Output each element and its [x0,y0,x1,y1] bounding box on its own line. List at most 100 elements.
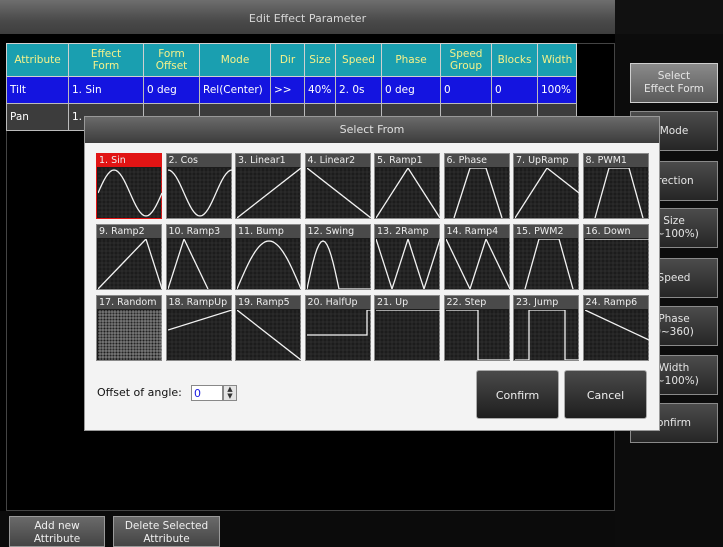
waveform-icon [237,239,301,289]
window-title: Edit Effect Parameter [0,0,615,34]
effect-option[interactable]: 4. Linear2 [304,153,371,219]
effect-option[interactable]: 23. Jump [513,295,579,361]
effect-option-label: 9. Ramp2 [97,225,161,238]
effect-option-label: 22. Step [444,296,509,309]
cell-attribute[interactable]: Pan [6,103,69,131]
effect-option[interactable]: 20. HalfUp [304,295,371,361]
waveform-icon [167,168,232,218]
col-mode[interactable]: Mode [199,43,271,77]
waveform-icon [376,239,440,289]
effect-option-label: 19. Ramp5 [236,296,300,309]
waveform-icon [515,310,579,360]
effect-option[interactable]: 5. Ramp1 [374,153,440,219]
effect-option-label: 8. PWM1 [583,154,648,167]
waveform-icon [376,310,440,360]
effect-option-label: 24. Ramp6 [583,296,648,309]
cell-phase[interactable]: 0 deg [381,76,441,104]
add-attribute-button[interactable]: Add new Attribute [9,516,105,547]
effect-option-label: 20. HalfUp [305,296,370,309]
col-attribute[interactable]: Attribute [6,43,69,77]
cancel-button[interactable]: Cancel [564,370,647,419]
effect-option[interactable]: 13. 2Ramp [374,224,440,290]
effect-option-label: 10. Ramp3 [166,225,231,238]
offset-spinner[interactable]: ▲ ▼ [223,385,237,401]
waveform-icon [584,168,649,218]
effect-option[interactable]: 22. Step [443,295,510,361]
effect-option-label: 5. Ramp1 [375,154,439,167]
dialog-title: Select From [85,117,659,143]
waveform-icon [306,310,371,360]
cell-attribute[interactable]: Tilt [6,76,69,104]
col-phase[interactable]: Phase [381,43,441,77]
effect-option-label: 11. Bump [236,225,300,238]
effect-option[interactable]: 9. Ramp2 [96,224,162,290]
effect-option-label: 23. Jump [514,296,578,309]
cell-width[interactable]: 100% [537,76,577,104]
effect-option[interactable]: 18. RampUp [165,295,232,361]
effect-option-label: 1. Sin [97,154,161,167]
effect-option-label: 18. RampUp [166,296,231,309]
cell-blocks[interactable]: 0 [491,76,538,104]
col-form-offset[interactable]: Form Offset [143,43,200,77]
effect-option[interactable]: 2. Cos [165,153,232,219]
waveform-icon [515,168,579,218]
cell-speed-group[interactable]: 0 [440,76,492,104]
waveform-icon [98,239,162,289]
waveform-icon [237,168,301,218]
cell-effect-form[interactable]: 1. Sin [68,76,144,104]
waveform-icon [237,310,301,360]
cell-mode[interactable]: Rel(Center) [199,76,271,104]
waveform-icon [376,168,440,218]
cell-size[interactable]: 40% [304,76,336,104]
waveform-icon [584,239,649,289]
effect-option-label: 6. Phase [444,154,509,167]
col-speed[interactable]: Speed [335,43,382,77]
col-size[interactable]: Size [304,43,336,77]
effect-option-label: 3. Linear1 [236,154,300,167]
effect-option-label: 7. UpRamp [514,154,578,167]
effect-option[interactable]: 8. PWM1 [582,153,649,219]
effect-option-label: 4. Linear2 [305,154,370,167]
effect-option[interactable]: 19. Ramp5 [235,295,301,361]
col-effect-form[interactable]: Effect Form [68,43,144,77]
effect-option[interactable]: 24. Ramp6 [582,295,649,361]
confirm-button[interactable]: Confirm [476,370,559,419]
col-speed-group[interactable]: Speed Group [440,43,492,77]
waveform-icon [306,239,371,289]
effect-option[interactable]: 3. Linear1 [235,153,301,219]
effect-option[interactable]: 17. Random [96,295,162,361]
effect-option[interactable]: 11. Bump [235,224,301,290]
effect-option[interactable]: 21. Up [374,295,440,361]
effect-option-label: 15. PWM2 [514,225,578,238]
effect-option-label: 13. 2Ramp [375,225,439,238]
effect-option[interactable]: 16. Down [582,224,649,290]
effect-option[interactable]: 1. Sin [96,153,162,219]
waveform-icon [515,239,579,289]
cell-speed[interactable]: 2. 0s [335,76,382,104]
offset-input[interactable] [191,385,223,401]
cell-form-offset[interactable]: 0 deg [143,76,200,104]
effect-option-label: 2. Cos [166,154,231,167]
col-blocks[interactable]: Blocks [491,43,538,77]
effect-option[interactable]: 10. Ramp3 [165,224,232,290]
effect-option-label: 17. Random [97,296,161,309]
title-bar-right [615,0,723,34]
waveform-icon [167,310,232,360]
effect-option[interactable]: 12. Swing [304,224,371,290]
offset-label: Offset of angle: [97,386,182,399]
waveform-icon [167,239,232,289]
delete-attribute-button[interactable]: Delete Selected Attribute [113,516,220,547]
col-width[interactable]: Width [537,43,577,77]
effect-option-label: 16. Down [583,225,648,238]
effect-option[interactable]: 15. PWM2 [513,224,579,290]
col-dir[interactable]: Dir [270,43,305,77]
effect-option[interactable]: 14. Ramp4 [443,224,510,290]
select-effect-form-button[interactable]: Select Effect Form [630,63,718,103]
effect-option[interactable]: 6. Phase [443,153,510,219]
waveform-icon [584,310,649,360]
effect-option[interactable]: 7. UpRamp [513,153,579,219]
waveform-icon [445,168,510,218]
table-row[interactable]: Tilt 1. Sin 0 deg Rel(Center) >> 40% 2. … [6,76,577,104]
cell-dir[interactable]: >> [270,76,305,104]
effect-option-label: 21. Up [375,296,439,309]
